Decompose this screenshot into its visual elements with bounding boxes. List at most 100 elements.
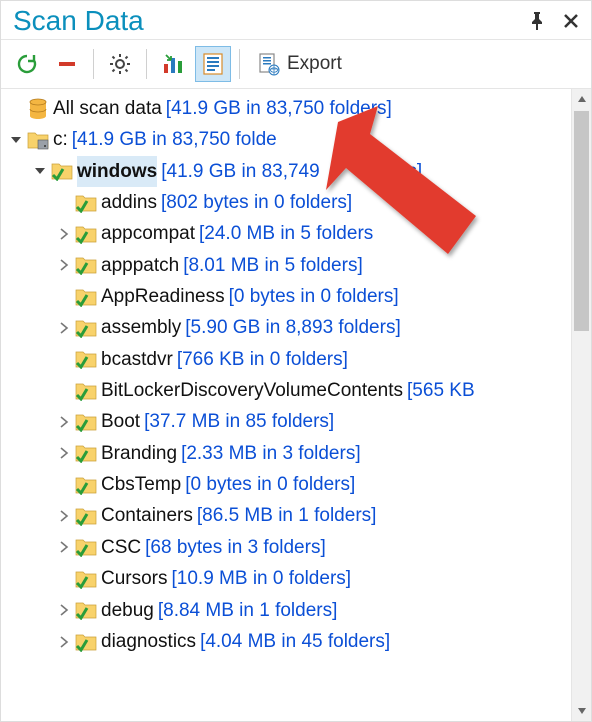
node-name: BitLockerDiscoveryVolumeContents [101, 375, 403, 406]
tree-node[interactable]: Branding[2.33 MB in 3 folders] [5, 438, 571, 469]
node-stats: [86.5 MB in 1 folders] [197, 500, 377, 531]
tree-node[interactable]: apppatch[8.01 MB in 5 folders] [5, 250, 571, 281]
node-name: diagnostics [101, 626, 196, 657]
expand-icon[interactable] [55, 508, 73, 524]
node-stats: [41.9 GB in 83,749 [161, 156, 319, 187]
scroll-thumb[interactable] [574, 111, 589, 331]
tree-node[interactable]: appcompat[24.0 MB in 5 folders [5, 218, 571, 249]
collapse-icon[interactable] [7, 132, 25, 148]
toolbar-separator [93, 49, 94, 79]
export-button[interactable]: Export [248, 46, 351, 82]
folder-check-icon [73, 630, 99, 654]
panel-title: Scan Data [13, 5, 144, 37]
expand-icon[interactable] [55, 320, 73, 336]
tree-node[interactable]: assembly[5.90 GB in 8,893 folders] [5, 312, 571, 343]
node-name: Boot [101, 406, 140, 437]
tree-root[interactable]: All scan data [41.9 GB in 83,750 folders… [5, 93, 571, 124]
node-stats: [24.0 MB in 5 folders [199, 218, 373, 249]
folder-check-icon [73, 285, 99, 309]
tree-node[interactable]: addins[802 bytes in 0 folders] [5, 187, 571, 218]
folder-check-icon [73, 567, 99, 591]
tree-node-selected[interactable]: windows [41.9 GB in 83,749 lders] [5, 156, 571, 187]
folder-check-icon [73, 473, 99, 497]
node-name: All scan data [53, 93, 162, 124]
expand-icon[interactable] [55, 226, 73, 242]
node-stats: [0 bytes in 0 folders] [229, 281, 399, 312]
settings-button[interactable] [102, 46, 138, 82]
expand-icon[interactable] [55, 539, 73, 555]
node-name: c: [53, 124, 68, 155]
folder-check-icon [73, 598, 99, 622]
refresh-button[interactable] [9, 46, 45, 82]
drive-folder-icon [25, 128, 51, 152]
scroll-up-button[interactable] [572, 89, 591, 109]
folder-check-icon [49, 159, 75, 183]
node-name: assembly [101, 312, 181, 343]
expand-icon[interactable] [55, 257, 73, 273]
node-name: Cursors [101, 563, 168, 594]
node-stats: [41.9 GB in 83,750 folders] [166, 93, 392, 124]
folder-check-icon [73, 347, 99, 371]
folder-check-icon [73, 379, 99, 403]
node-name: CbsTemp [101, 469, 181, 500]
node-stats: [8.01 MB in 5 folders] [183, 250, 363, 281]
tree-node[interactable]: bcastdvr[766 KB in 0 folders] [5, 344, 571, 375]
export-label: Export [287, 53, 342, 75]
expand-icon[interactable] [55, 414, 73, 430]
scroll-down-button[interactable] [572, 701, 591, 721]
node-stats: [8.84 MB in 1 folders] [158, 595, 338, 626]
folder-check-icon [73, 253, 99, 277]
node-name: debug [101, 595, 154, 626]
remove-button[interactable] [49, 46, 85, 82]
node-name: appcompat [101, 218, 195, 249]
node-stats: [10.9 MB in 0 folders] [172, 563, 352, 594]
node-stats: [41.9 GB in 83,750 folde [72, 124, 277, 155]
tree-node[interactable]: AppReadiness[0 bytes in 0 folders] [5, 281, 571, 312]
tree-node[interactable]: Cursors[10.9 MB in 0 folders] [5, 563, 571, 594]
pin-icon[interactable] [527, 11, 547, 31]
node-name: addins [101, 187, 157, 218]
node-name: apppatch [101, 250, 179, 281]
tree-node[interactable]: CbsTemp[0 bytes in 0 folders] [5, 469, 571, 500]
node-name: AppReadiness [101, 281, 225, 312]
node-stats: [68 bytes in 3 folders] [145, 532, 326, 563]
expand-icon[interactable] [55, 445, 73, 461]
node-name: bcastdvr [101, 344, 173, 375]
tree-node[interactable]: Containers[86.5 MB in 1 folders] [5, 500, 571, 531]
node-name: windows [77, 156, 157, 187]
folder-check-icon [73, 222, 99, 246]
node-stats: [802 bytes in 0 folders] [161, 187, 352, 218]
close-icon[interactable] [561, 11, 581, 31]
node-stats-continued: lders] [376, 156, 422, 187]
tree-node[interactable]: diagnostics[4.04 MB in 45 folders] [5, 626, 571, 657]
tree-node[interactable]: BitLockerDiscoveryVolumeContents[565 KB [5, 375, 571, 406]
expand-icon[interactable] [55, 634, 73, 650]
node-stats: [5.90 GB in 8,893 folders] [185, 312, 400, 343]
list-view-button[interactable] [195, 46, 231, 82]
folder-check-icon [73, 316, 99, 340]
node-stats: [4.04 MB in 45 folders] [200, 626, 390, 657]
node-name: CSC [101, 532, 141, 563]
expand-icon[interactable] [55, 602, 73, 618]
node-stats: [565 KB [407, 375, 475, 406]
folder-check-icon [73, 191, 99, 215]
database-icon [25, 97, 51, 121]
tree-view[interactable]: All scan data [41.9 GB in 83,750 folders… [1, 89, 571, 721]
node-name: Branding [101, 438, 177, 469]
node-stats: [766 KB in 0 folders] [177, 344, 348, 375]
node-stats: [2.33 MB in 3 folders] [181, 438, 361, 469]
folder-check-icon [73, 504, 99, 528]
node-name: Containers [101, 500, 193, 531]
tree-node[interactable]: Boot[37.7 MB in 85 folders] [5, 406, 571, 437]
vertical-scrollbar[interactable] [571, 89, 591, 721]
chart-view-button[interactable] [155, 46, 191, 82]
folder-check-icon [73, 535, 99, 559]
folder-check-icon [73, 410, 99, 434]
tree-node-drive[interactable]: c: [41.9 GB in 83,750 folde [5, 124, 571, 155]
node-stats: [0 bytes in 0 folders] [185, 469, 355, 500]
tree-node[interactable]: debug[8.84 MB in 1 folders] [5, 595, 571, 626]
tree-node[interactable]: CSC[68 bytes in 3 folders] [5, 532, 571, 563]
collapse-icon[interactable] [31, 163, 49, 179]
folder-check-icon [73, 441, 99, 465]
node-stats: [37.7 MB in 85 folders] [144, 406, 334, 437]
